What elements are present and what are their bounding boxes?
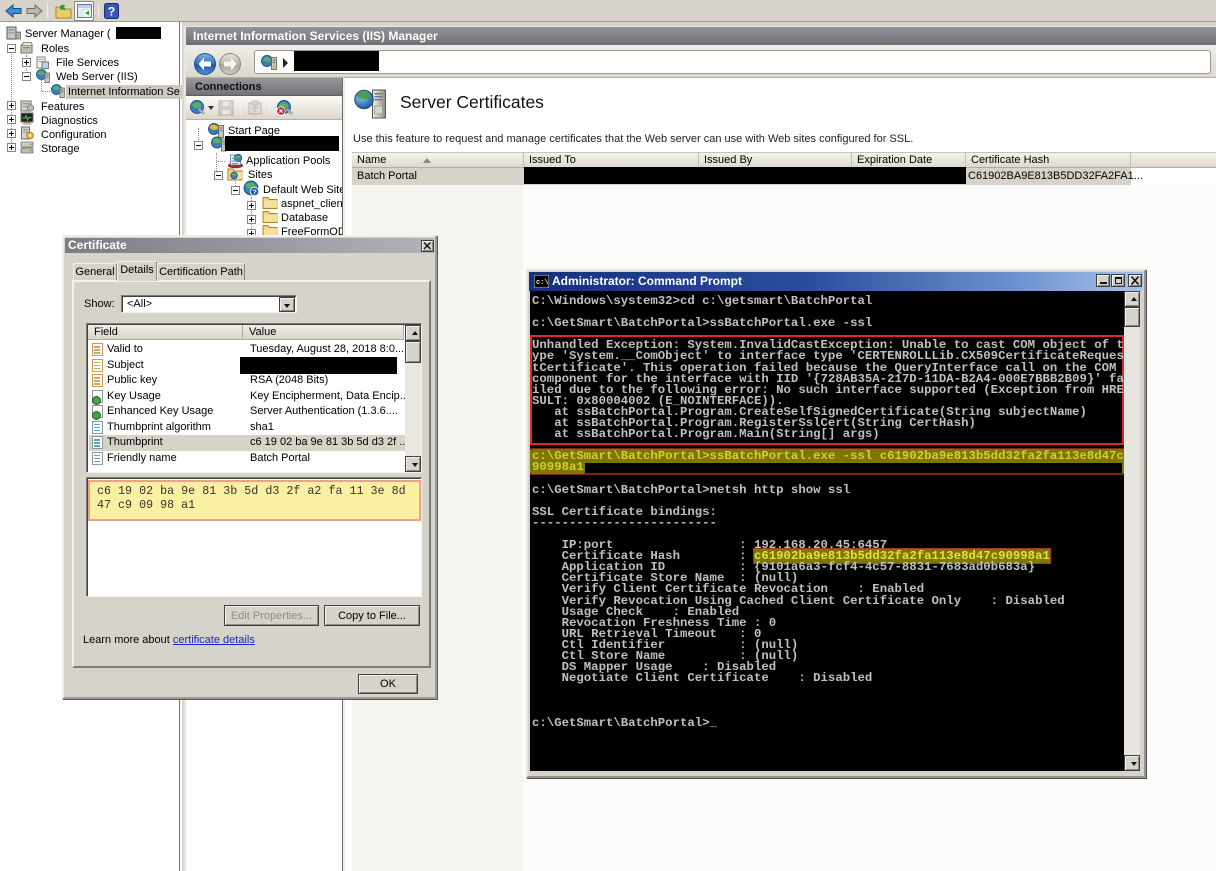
svg-text:?: ? [252,188,257,197]
svg-text:?: ? [108,5,115,19]
svg-text:c:\: c:\ [536,279,549,287]
